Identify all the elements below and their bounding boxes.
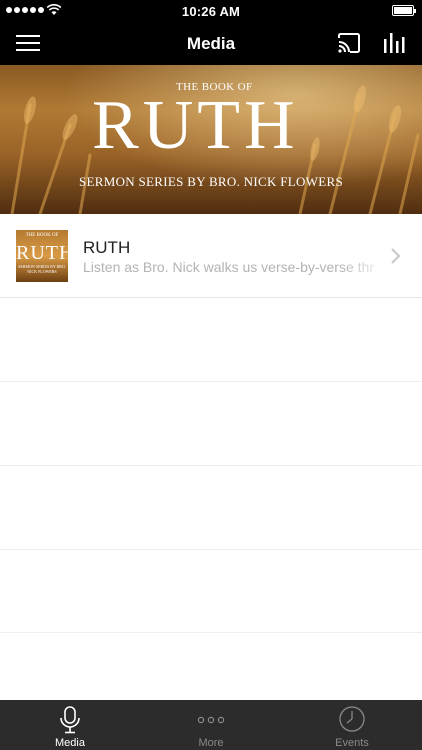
more-dots-icon — [197, 716, 225, 724]
hero-title: RUTH — [92, 87, 299, 164]
tab-label: Events — [335, 737, 369, 749]
chevron-right-icon — [391, 248, 401, 264]
tab-media[interactable]: Media — [0, 700, 140, 750]
series-thumbnail: THE BOOK OF RUTH SERMON SERIES BY BRO. N… — [16, 230, 68, 282]
tab-bar: Media More Events — [0, 700, 422, 750]
thumbnail-subtitle: SERMON SERIES BY BRO. NICK FLOWERS — [18, 264, 66, 274]
clock-icon — [339, 706, 365, 732]
microphone-icon — [60, 706, 80, 734]
description-fade — [340, 258, 390, 278]
hero-subtitle: SERMON SERIES BY BRO. NICK FLOWERS — [79, 174, 343, 189]
empty-list-row — [0, 550, 422, 633]
empty-list-row — [0, 382, 422, 466]
status-bar: 10:26 AM — [0, 0, 422, 22]
navigation-bar: Media — [0, 22, 422, 65]
status-time: 10:26 AM — [181, 4, 241, 19]
media-list-item[interactable]: THE BOOK OF RUTH SERMON SERIES BY BRO. N… — [0, 214, 422, 298]
media-item-title: RUTH — [83, 238, 131, 257]
tab-label: More — [198, 737, 224, 749]
thumbnail-title: RUTH — [16, 242, 68, 264]
series-hero-banner[interactable]: THE BOOK OF RUTH SERMON SERIES BY BRO. N… — [0, 65, 422, 214]
bar-chart-icon[interactable] — [382, 31, 406, 55]
empty-list-row — [0, 298, 422, 382]
battery-icon — [392, 5, 416, 16]
thumbnail-kicker: THE BOOK OF — [25, 233, 59, 238]
tab-more[interactable]: More — [141, 700, 281, 750]
tab-label: Media — [55, 737, 85, 749]
tab-events[interactable]: Events — [282, 700, 422, 750]
empty-list-row — [0, 466, 422, 550]
cast-icon[interactable] — [336, 32, 362, 54]
